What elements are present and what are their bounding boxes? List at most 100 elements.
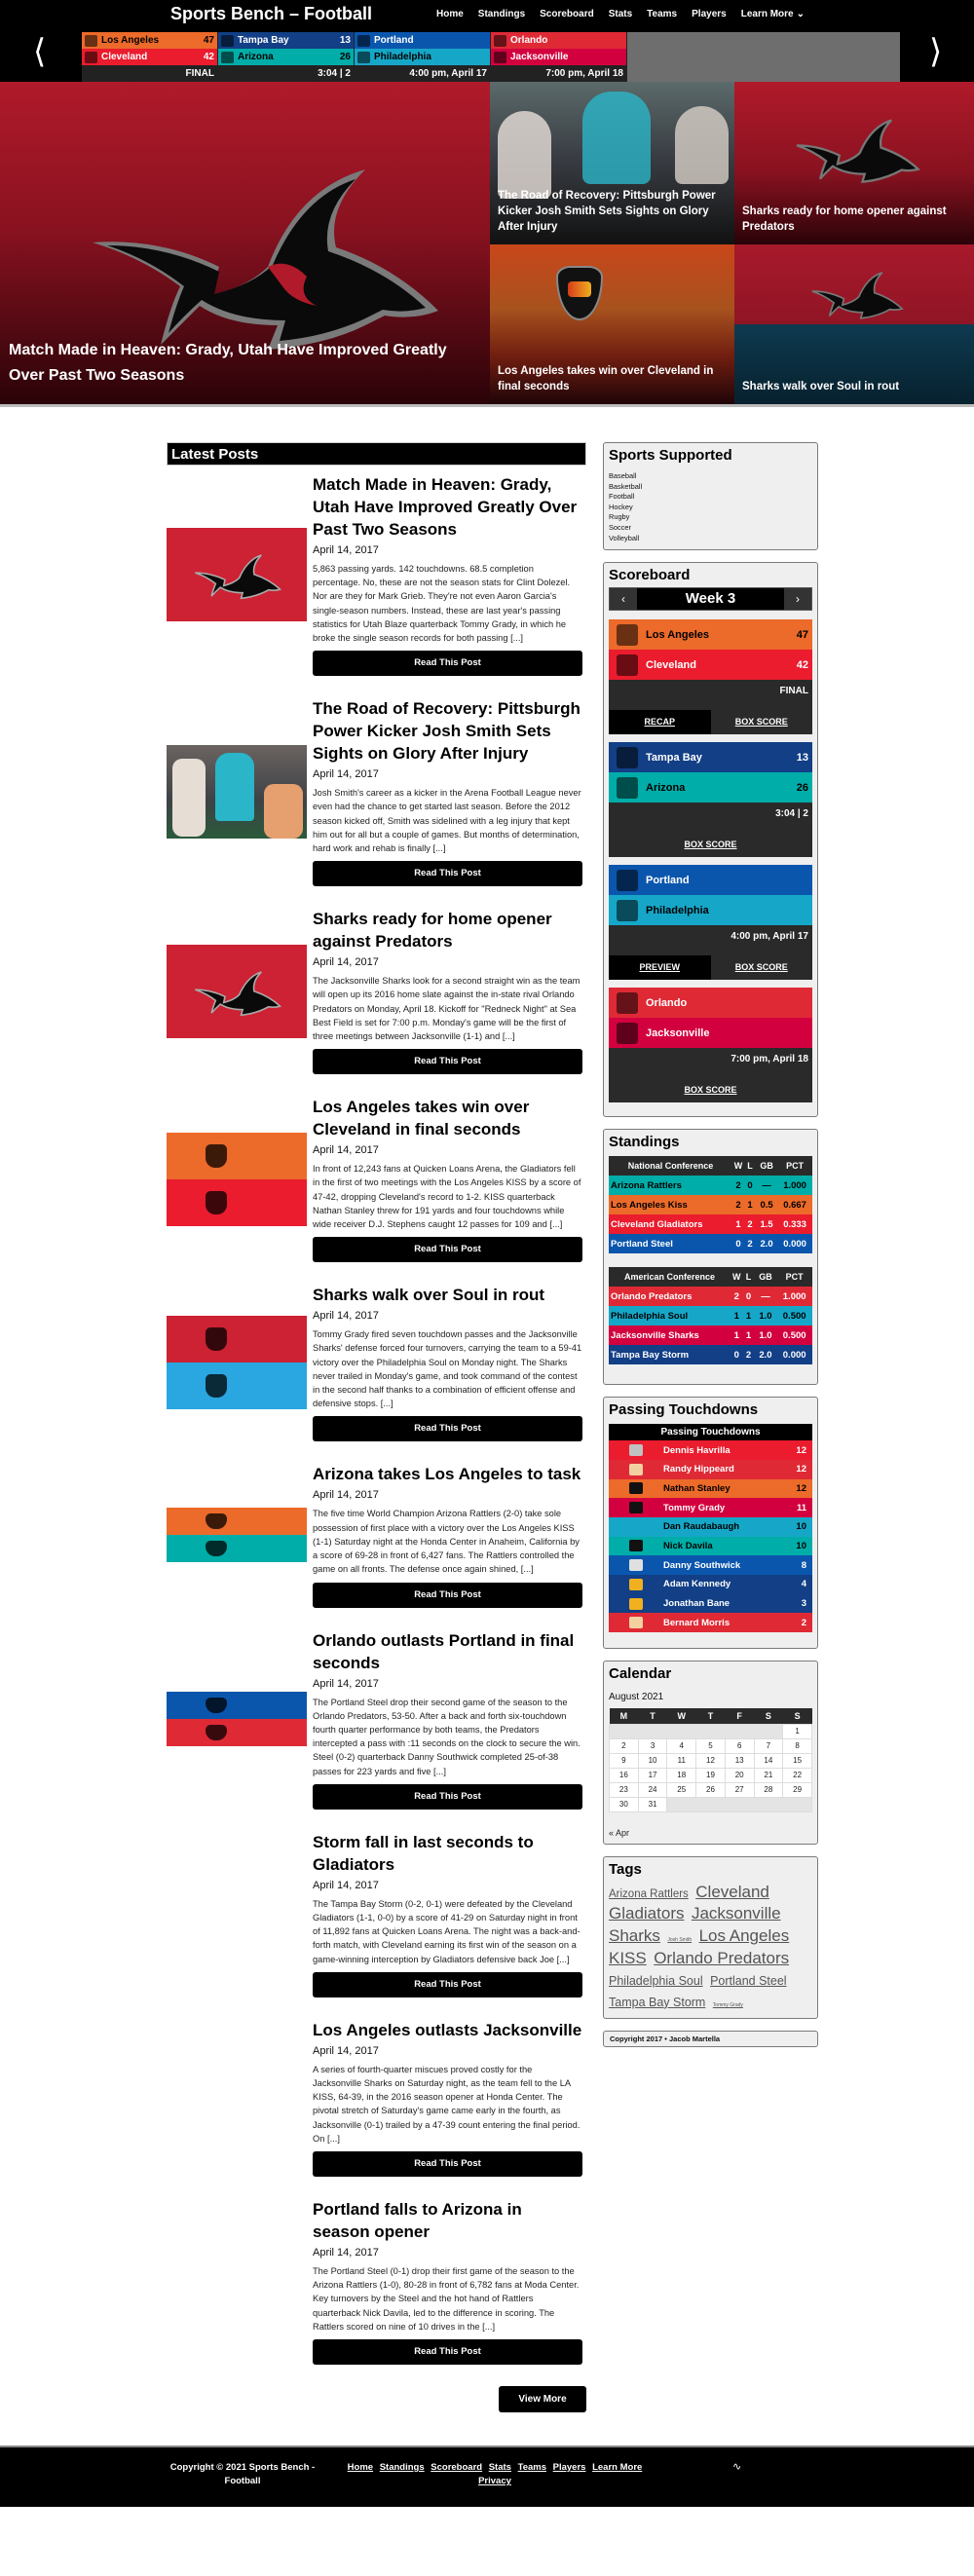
chevron-right-icon[interactable]: ⟩: [929, 35, 942, 68]
nav-stats[interactable]: Stats: [609, 9, 632, 19]
post-title[interactable]: Sharks ready for home opener against Pre…: [313, 908, 582, 952]
footer-nav-home[interactable]: Home: [348, 2462, 373, 2473]
read-post-button[interactable]: Read This Post: [313, 1049, 582, 1075]
passing-row[interactable]: Dan Raudabaugh 10: [609, 1516, 812, 1537]
nav-teams[interactable]: Teams: [647, 9, 677, 19]
ticker-game[interactable]: Tampa Bay 13 Arizona 26 3:04 | 2: [218, 32, 355, 82]
passing-row[interactable]: Adam Kennedy 4: [609, 1574, 812, 1594]
passing-row[interactable]: Tommy Grady 11: [609, 1498, 812, 1517]
standings-row[interactable]: Jacksonville Sharks 1 1 1.0 0.500: [609, 1325, 812, 1346]
post-image[interactable]: [167, 1508, 307, 1563]
recap-link[interactable]: RECAP: [609, 710, 711, 735]
sport-link[interactable]: Baseball: [609, 471, 812, 482]
sport-link[interactable]: Football: [609, 492, 812, 503]
box-score-link[interactable]: BOX SCORE: [609, 833, 812, 857]
tag-link[interactable]: Josh Smith: [667, 1937, 692, 1943]
post-image[interactable]: [167, 1132, 307, 1226]
tag-link[interactable]: Tommy Grady: [713, 2002, 743, 2008]
player-name[interactable]: Randy Hippeard: [663, 1460, 787, 1479]
nav-scoreboard[interactable]: Scoreboard: [540, 9, 594, 19]
nav-standings[interactable]: Standings: [478, 9, 525, 19]
footer-nav-standings[interactable]: Standings: [380, 2462, 425, 2473]
nav-home[interactable]: Home: [436, 9, 464, 19]
player-name[interactable]: Nick Davila: [663, 1537, 787, 1556]
post-title[interactable]: Sharks walk over Soul in rout: [313, 1284, 582, 1306]
sport-link[interactable]: Hockey: [609, 503, 812, 513]
footer-nav-scoreboard[interactable]: Scoreboard: [431, 2462, 482, 2473]
team-name[interactable]: Portland Steel: [609, 1234, 732, 1253]
player-name[interactable]: Jonathan Bane: [663, 1594, 787, 1614]
footer-nav-privacy[interactable]: Privacy: [478, 2476, 511, 2486]
ticker-game[interactable]: Los Angeles 47 Cleveland 42 FINAL: [82, 32, 218, 82]
passing-row[interactable]: Danny Southwick 8: [609, 1555, 812, 1575]
read-post-button[interactable]: Read This Post: [313, 651, 582, 677]
tag-link[interactable]: Philadelphia Soul: [609, 1974, 703, 1988]
tag-link[interactable]: Orlando Predators: [654, 1949, 789, 1967]
post-thumbnail[interactable]: [167, 697, 307, 886]
tag-link[interactable]: Arizona Rattlers: [609, 1888, 689, 1900]
nav-learn-more[interactable]: Learn More ⌄: [741, 9, 805, 19]
standings-row[interactable]: Los Angeles Kiss 2 1 0.5 0.667: [609, 1195, 812, 1215]
post-image[interactable]: [167, 745, 307, 840]
hero-main-title[interactable]: Match Made in Heaven: Grady, Utah Have I…: [9, 338, 478, 389]
hero-tile-title[interactable]: Sharks walk over Soul in rout: [742, 379, 966, 394]
nav-players[interactable]: Players: [692, 9, 727, 19]
post-image[interactable]: [167, 1692, 307, 1747]
hero-main-story[interactable]: Match Made in Heaven: Grady, Utah Have I…: [0, 82, 490, 404]
footer-nav-players[interactable]: Players: [553, 2462, 586, 2473]
player-name[interactable]: Tommy Grady: [663, 1498, 787, 1517]
view-more-button[interactable]: View More: [499, 2385, 586, 2412]
player-name[interactable]: Dennis Havrilla: [663, 1440, 787, 1460]
team-name[interactable]: Jacksonville Sharks: [609, 1325, 730, 1345]
post-thumbnail[interactable]: [167, 1629, 307, 1810]
post-title[interactable]: Los Angeles outlasts Jacksonville: [313, 2019, 582, 2041]
player-name[interactable]: Adam Kennedy: [663, 1575, 787, 1594]
hero-tile[interactable]: Los Angeles takes win over Cleveland in …: [490, 244, 734, 404]
post-title[interactable]: Arizona takes Los Angeles to task: [313, 1463, 582, 1485]
team-name[interactable]: Tampa Bay Storm: [609, 1345, 730, 1364]
read-post-button[interactable]: Read This Post: [313, 2338, 582, 2365]
sport-link[interactable]: Soccer: [609, 523, 812, 534]
post-thumbnail[interactable]: [167, 473, 307, 676]
hero-tile[interactable]: The Road of Recovery: Pittsburgh Power K…: [490, 82, 734, 244]
standings-row[interactable]: Tampa Bay Storm 0 2 2.0 0.000: [609, 1345, 812, 1365]
post-title[interactable]: Storm fall in last seconds to Gladiators: [313, 1831, 582, 1876]
hero-tile[interactable]: Sharks ready for home opener against Pre…: [734, 82, 974, 244]
team-name[interactable]: Cleveland Gladiators: [609, 1214, 732, 1234]
post-image[interactable]: [167, 944, 307, 1038]
team-name[interactable]: Philadelphia Soul: [609, 1306, 730, 1325]
rss-icon[interactable]: ∿: [732, 2460, 741, 2473]
passing-row[interactable]: Dennis Havrilla 12: [609, 1440, 812, 1460]
standings-row[interactable]: Orlando Predators 2 0 — 1.000: [609, 1287, 812, 1307]
passing-row[interactable]: Jonathan Bane 3: [609, 1593, 812, 1614]
sport-link[interactable]: Basketball: [609, 482, 812, 493]
team-name[interactable]: Los Angeles Kiss: [609, 1195, 732, 1214]
team-name[interactable]: Arizona Rattlers: [609, 1176, 732, 1195]
read-post-button[interactable]: Read This Post: [313, 861, 582, 887]
standings-row[interactable]: Portland Steel 0 2 2.0 0.000: [609, 1234, 812, 1254]
tag-link[interactable]: Portland Steel: [710, 1974, 787, 1988]
standings-row[interactable]: Philadelphia Soul 1 1 1.0 0.500: [609, 1306, 812, 1326]
footer-nav-teams[interactable]: Teams: [518, 2462, 546, 2473]
read-post-button[interactable]: Read This Post: [313, 1237, 582, 1263]
post-title[interactable]: Los Angeles takes win over Cleveland in …: [313, 1096, 582, 1140]
player-name[interactable]: Dan Raudabaugh: [663, 1517, 787, 1537]
hero-tile-title[interactable]: The Road of Recovery: Pittsburgh Power K…: [498, 188, 727, 235]
team-name[interactable]: Orlando Predators: [609, 1287, 730, 1306]
post-thumbnail[interactable]: [167, 1096, 307, 1262]
hero-tile[interactable]: Sharks walk over Soul in rout: [734, 244, 974, 404]
footer-nav-learn-more[interactable]: Learn More: [592, 2462, 642, 2473]
player-name[interactable]: Danny Southwick: [663, 1555, 787, 1575]
hero-tile-title[interactable]: Los Angeles takes win over Cleveland in …: [498, 363, 727, 394]
player-name[interactable]: Bernard Morris: [663, 1613, 787, 1632]
hero-tile-title[interactable]: Sharks ready for home opener against Pre…: [742, 204, 966, 235]
calendar-prev-link[interactable]: « Apr: [609, 1828, 812, 1838]
standings-row[interactable]: Cleveland Gladiators 1 2 1.5 0.333: [609, 1214, 812, 1235]
post-thumbnail[interactable]: [167, 1284, 307, 1441]
player-name[interactable]: Nathan Stanley: [663, 1479, 787, 1499]
post-title[interactable]: Match Made in Heaven: Grady, Utah Have I…: [313, 473, 582, 541]
post-title[interactable]: Orlando outlasts Portland in final secon…: [313, 1629, 582, 1674]
sport-link[interactable]: Rugby: [609, 512, 812, 523]
box-score-link[interactable]: BOX SCORE: [711, 955, 813, 980]
box-score-link[interactable]: BOX SCORE: [609, 1078, 812, 1102]
